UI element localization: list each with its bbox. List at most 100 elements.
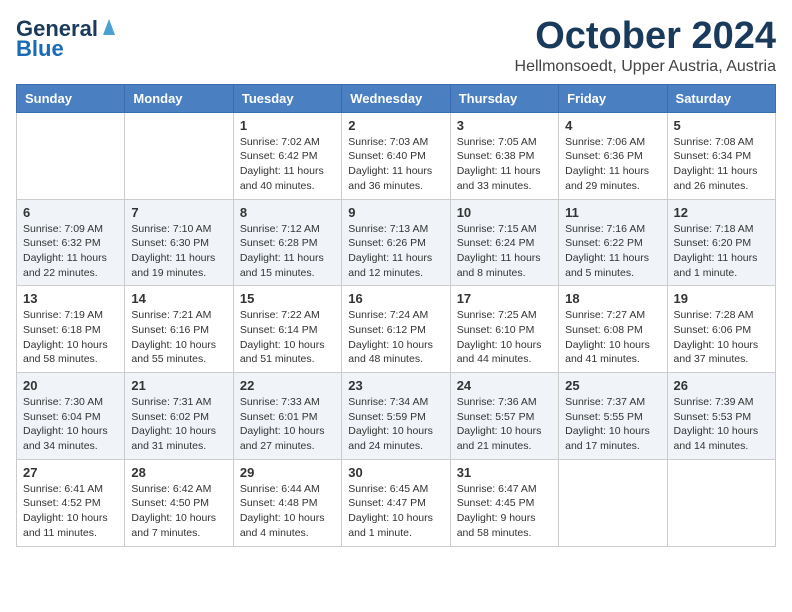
calendar-cell: 11Sunrise: 7:16 AMSunset: 6:22 PMDayligh… bbox=[559, 199, 667, 286]
day-info: Sunrise: 7:12 AMSunset: 6:28 PMDaylight:… bbox=[240, 222, 335, 281]
calendar-week-3: 13Sunrise: 7:19 AMSunset: 6:18 PMDayligh… bbox=[17, 286, 776, 373]
day-info: Sunrise: 7:25 AMSunset: 6:10 PMDaylight:… bbox=[457, 308, 552, 367]
calendar-cell: 5 Sunrise: 7:08 AMSunset: 6:34 PMDaylight… bbox=[667, 112, 775, 199]
day-info: Sunrise: 7:03 AMSunset: 6:40 PMDaylight:… bbox=[348, 135, 443, 194]
day-info: Sunrise: 7:22 AMSunset: 6:14 PMDaylight:… bbox=[240, 308, 335, 367]
day-info: Sunrise: 7:18 AMSunset: 6:20 PMDaylight:… bbox=[674, 222, 769, 281]
day-number: 8 bbox=[240, 205, 335, 220]
day-info: Sunrise: 7:13 AMSunset: 6:26 PMDaylight:… bbox=[348, 222, 443, 281]
calendar-cell: 19 Sunrise: 7:28 AMSunset: 6:06 PMDayligh… bbox=[667, 286, 775, 373]
day-number: 2 bbox=[348, 118, 443, 133]
day-number: 19 bbox=[674, 291, 769, 306]
day-info: Sunrise: 7:37 AMSunset: 5:55 PMDaylight:… bbox=[565, 395, 660, 454]
day-number: 22 bbox=[240, 378, 335, 393]
calendar-cell: 23 Sunrise: 7:34 AMSunset: 5:59 PMDayligh… bbox=[342, 373, 450, 460]
location-subtitle: Hellmonsoedt, Upper Austria, Austria bbox=[515, 58, 776, 76]
calendar-cell: 16 Sunrise: 7:24 AMSunset: 6:12 PMDayligh… bbox=[342, 286, 450, 373]
weekday-header-thursday: Thursday bbox=[450, 84, 558, 112]
day-number: 18 bbox=[565, 291, 660, 306]
day-number: 1 bbox=[240, 118, 335, 133]
page-header: General Blue October 2024 Hellmonsoedt, … bbox=[16, 16, 776, 76]
logo: General Blue bbox=[16, 16, 119, 62]
day-number: 10 bbox=[457, 205, 552, 220]
day-number: 14 bbox=[131, 291, 226, 306]
day-info: Sunrise: 7:21 AMSunset: 6:16 PMDaylight:… bbox=[131, 308, 226, 367]
day-number: 25 bbox=[565, 378, 660, 393]
logo-arrow-icon bbox=[99, 17, 119, 37]
day-number: 27 bbox=[23, 465, 118, 480]
day-info: Sunrise: 7:02 AMSunset: 6:42 PMDaylight:… bbox=[240, 135, 335, 194]
day-info: Sunrise: 6:41 AMSunset: 4:52 PMDaylight:… bbox=[23, 482, 118, 541]
day-number: 30 bbox=[348, 465, 443, 480]
month-title: October 2024 bbox=[515, 16, 776, 58]
weekday-header-monday: Monday bbox=[125, 84, 233, 112]
calendar-cell: 7 Sunrise: 7:10 AMSunset: 6:30 PMDaylight… bbox=[125, 199, 233, 286]
calendar-cell: 27 Sunrise: 6:41 AMSunset: 4:52 PMDayligh… bbox=[17, 459, 125, 546]
day-number: 28 bbox=[131, 465, 226, 480]
calendar-cell: 9 Sunrise: 7:13 AMSunset: 6:26 PMDaylight… bbox=[342, 199, 450, 286]
weekday-header-row: SundayMondayTuesdayWednesdayThursdayFrid… bbox=[17, 84, 776, 112]
calendar-week-2: 6Sunrise: 7:09 AMSunset: 6:32 PMDaylight… bbox=[17, 199, 776, 286]
calendar-week-5: 27 Sunrise: 6:41 AMSunset: 4:52 PMDayligh… bbox=[17, 459, 776, 546]
calendar-week-4: 20 Sunrise: 7:30 AMSunset: 6:04 PMDayligh… bbox=[17, 373, 776, 460]
day-info: Sunrise: 7:08 AMSunset: 6:34 PMDaylight:… bbox=[674, 135, 769, 194]
day-number: 20 bbox=[23, 378, 118, 393]
day-number: 7 bbox=[131, 205, 226, 220]
day-info: Sunrise: 6:44 AMSunset: 4:48 PMDaylight:… bbox=[240, 482, 335, 541]
day-info: Sunrise: 7:30 AMSunset: 6:04 PMDaylight:… bbox=[23, 395, 118, 454]
day-number: 17 bbox=[457, 291, 552, 306]
calendar-cell bbox=[125, 112, 233, 199]
day-info: Sunrise: 6:45 AMSunset: 4:47 PMDaylight:… bbox=[348, 482, 443, 541]
day-info: Sunrise: 7:34 AMSunset: 5:59 PMDaylight:… bbox=[348, 395, 443, 454]
day-number: 6 bbox=[23, 205, 118, 220]
day-number: 13 bbox=[23, 291, 118, 306]
calendar-cell: 29 Sunrise: 6:44 AMSunset: 4:48 PMDayligh… bbox=[233, 459, 341, 546]
calendar-cell: 24 Sunrise: 7:36 AMSunset: 5:57 PMDayligh… bbox=[450, 373, 558, 460]
day-number: 3 bbox=[457, 118, 552, 133]
title-block: October 2024 Hellmonsoedt, Upper Austria… bbox=[515, 16, 776, 76]
day-info: Sunrise: 7:39 AMSunset: 5:53 PMDaylight:… bbox=[674, 395, 769, 454]
day-info: Sunrise: 7:24 AMSunset: 6:12 PMDaylight:… bbox=[348, 308, 443, 367]
weekday-header-friday: Friday bbox=[559, 84, 667, 112]
calendar-cell: 3 Sunrise: 7:05 AMSunset: 6:38 PMDaylight… bbox=[450, 112, 558, 199]
weekday-header-sunday: Sunday bbox=[17, 84, 125, 112]
calendar-cell: 26 Sunrise: 7:39 AMSunset: 5:53 PMDayligh… bbox=[667, 373, 775, 460]
day-info: Sunrise: 7:05 AMSunset: 6:38 PMDaylight:… bbox=[457, 135, 552, 194]
day-info: Sunrise: 7:28 AMSunset: 6:06 PMDaylight:… bbox=[674, 308, 769, 367]
day-number: 24 bbox=[457, 378, 552, 393]
day-number: 5 bbox=[674, 118, 769, 133]
day-info: Sunrise: 6:47 AMSunset: 4:45 PMDaylight:… bbox=[457, 482, 552, 541]
day-number: 16 bbox=[348, 291, 443, 306]
calendar-cell: 14 Sunrise: 7:21 AMSunset: 6:16 PMDayligh… bbox=[125, 286, 233, 373]
calendar-cell: 2 Sunrise: 7:03 AMSunset: 6:40 PMDaylight… bbox=[342, 112, 450, 199]
calendar-cell: 8 Sunrise: 7:12 AMSunset: 6:28 PMDaylight… bbox=[233, 199, 341, 286]
calendar-cell: 31 Sunrise: 6:47 AMSunset: 4:45 PMDayligh… bbox=[450, 459, 558, 546]
day-number: 26 bbox=[674, 378, 769, 393]
day-info: Sunrise: 7:36 AMSunset: 5:57 PMDaylight:… bbox=[457, 395, 552, 454]
day-info: Sunrise: 6:42 AMSunset: 4:50 PMDaylight:… bbox=[131, 482, 226, 541]
day-number: 9 bbox=[348, 205, 443, 220]
day-info: Sunrise: 7:27 AMSunset: 6:08 PMDaylight:… bbox=[565, 308, 660, 367]
calendar-week-1: 1 Sunrise: 7:02 AMSunset: 6:42 PMDaylight… bbox=[17, 112, 776, 199]
calendar-cell: 4 Sunrise: 7:06 AMSunset: 6:36 PMDaylight… bbox=[559, 112, 667, 199]
day-info: Sunrise: 7:10 AMSunset: 6:30 PMDaylight:… bbox=[131, 222, 226, 281]
weekday-header-tuesday: Tuesday bbox=[233, 84, 341, 112]
day-info: Sunrise: 7:15 AMSunset: 6:24 PMDaylight:… bbox=[457, 222, 552, 281]
calendar-cell: 28 Sunrise: 6:42 AMSunset: 4:50 PMDayligh… bbox=[125, 459, 233, 546]
weekday-header-wednesday: Wednesday bbox=[342, 84, 450, 112]
calendar-cell: 17 Sunrise: 7:25 AMSunset: 6:10 PMDayligh… bbox=[450, 286, 558, 373]
day-number: 23 bbox=[348, 378, 443, 393]
day-number: 4 bbox=[565, 118, 660, 133]
day-info: Sunrise: 7:06 AMSunset: 6:36 PMDaylight:… bbox=[565, 135, 660, 194]
day-number: 31 bbox=[457, 465, 552, 480]
calendar-cell: 22Sunrise: 7:33 AMSunset: 6:01 PMDayligh… bbox=[233, 373, 341, 460]
day-number: 21 bbox=[131, 378, 226, 393]
calendar-cell: 18 Sunrise: 7:27 AMSunset: 6:08 PMDayligh… bbox=[559, 286, 667, 373]
calendar-cell: 6Sunrise: 7:09 AMSunset: 6:32 PMDaylight… bbox=[17, 199, 125, 286]
calendar-cell: 30 Sunrise: 6:45 AMSunset: 4:47 PMDayligh… bbox=[342, 459, 450, 546]
calendar-cell: 20 Sunrise: 7:30 AMSunset: 6:04 PMDayligh… bbox=[17, 373, 125, 460]
calendar-cell: 21 Sunrise: 7:31 AMSunset: 6:02 PMDayligh… bbox=[125, 373, 233, 460]
day-number: 15 bbox=[240, 291, 335, 306]
day-number: 29 bbox=[240, 465, 335, 480]
day-info: Sunrise: 7:31 AMSunset: 6:02 PMDaylight:… bbox=[131, 395, 226, 454]
